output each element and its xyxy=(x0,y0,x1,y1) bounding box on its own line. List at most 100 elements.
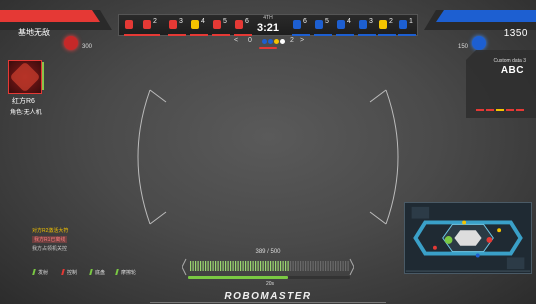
energy-tick xyxy=(305,261,307,271)
energy-tick xyxy=(212,261,214,271)
energy-tick xyxy=(230,261,232,271)
energy-tick xyxy=(295,261,297,271)
energy-tick xyxy=(285,261,287,271)
nav-left-icon[interactable]: < xyxy=(234,37,238,44)
energy-tick xyxy=(205,261,207,271)
blue-robot-slot: 1 xyxy=(397,17,417,36)
energy-tick xyxy=(197,261,199,271)
energy-tick xyxy=(330,261,332,271)
energy-tick xyxy=(345,261,347,271)
status-tag-control: 控制 xyxy=(67,270,78,276)
alert-message: 对方R2激活大符 xyxy=(32,228,69,234)
blue-robot-icon xyxy=(379,20,387,29)
robomaster-logo: ROBOMASTER xyxy=(224,291,312,302)
energy-tick xyxy=(190,261,192,271)
energy-tick xyxy=(252,261,254,271)
score-nav: < 0 2 > xyxy=(234,37,304,47)
minimap[interactable] xyxy=(404,202,532,274)
aim-reticle-arcs xyxy=(137,89,399,225)
energy-tick xyxy=(307,261,309,271)
status-tag-chassis: 底盘 xyxy=(95,270,106,276)
energy-tick xyxy=(210,261,212,271)
energy-tick xyxy=(292,261,294,271)
energy-tick xyxy=(280,261,282,271)
progress-dot xyxy=(280,39,285,44)
energy-tick xyxy=(332,261,334,271)
slot-hp-bar xyxy=(358,34,376,36)
energy-tick xyxy=(342,261,344,271)
energy-tick xyxy=(245,261,247,271)
blue-robot-slot: 6 xyxy=(291,17,311,36)
energy-tick xyxy=(247,261,249,271)
energy-tick xyxy=(317,261,319,271)
tag-marker xyxy=(32,269,36,275)
energy-tick xyxy=(320,261,322,271)
energy-tick xyxy=(250,261,252,271)
red-slot-number: 3 xyxy=(179,18,183,25)
slot-hp-bar xyxy=(378,34,396,36)
red-base-bar xyxy=(0,10,112,30)
blue-robot-icon xyxy=(337,20,345,29)
nav-right-icon[interactable]: > xyxy=(300,37,304,44)
energy-tick xyxy=(275,261,277,271)
blue-robot-icon xyxy=(359,20,367,29)
right-score: 2 xyxy=(290,37,294,44)
blue-slot-number: 3 xyxy=(369,18,373,25)
blue-slot-number: 5 xyxy=(325,18,329,25)
blue-robot-slot: 3 xyxy=(357,17,377,36)
custom-data-stripes xyxy=(476,109,524,111)
red-base-icon xyxy=(64,36,78,50)
energy-tick xyxy=(282,261,284,271)
blue-slot-number: 4 xyxy=(347,18,351,25)
energy-tick xyxy=(277,261,279,271)
energy-tick xyxy=(337,261,339,271)
energy-tick xyxy=(207,261,209,271)
energy-tick xyxy=(287,261,289,271)
energy-tick xyxy=(262,261,264,271)
slot-hp-bar xyxy=(292,34,310,36)
energy-timer: 20s xyxy=(265,281,275,287)
slot-hp-bar xyxy=(168,34,186,36)
red-robot-slot: 2 xyxy=(141,17,161,36)
slot-hp-bar xyxy=(190,34,208,36)
energy-tick xyxy=(340,261,342,271)
slot-hp-bar xyxy=(234,34,252,36)
custom-data-value: ABC xyxy=(500,65,524,76)
energy-tick xyxy=(192,261,194,271)
energy-tick xyxy=(312,261,314,271)
energy-tick xyxy=(265,261,267,271)
slot-hp-bar xyxy=(212,34,230,36)
custom-data-label: Custom data 3 xyxy=(493,58,526,64)
energy-tick xyxy=(242,261,244,271)
red-slot-number: 6 xyxy=(245,18,249,25)
bottom-divider xyxy=(150,302,386,303)
progress-dot xyxy=(262,39,267,44)
energy-tick xyxy=(325,261,327,271)
energy-tick xyxy=(297,261,299,271)
energy-tick xyxy=(302,261,304,271)
energy-tick xyxy=(217,261,219,271)
energy-tick xyxy=(267,261,269,271)
energy-ticks xyxy=(190,261,349,271)
energy-tick xyxy=(260,261,262,271)
alert-message-warning: 我方R1已离线 xyxy=(32,236,68,243)
red-slot-number: 5 xyxy=(223,18,227,25)
energy-tick xyxy=(202,261,204,271)
energy-tick xyxy=(195,261,197,271)
energy-tick xyxy=(327,261,329,271)
blue-base-value: 1350 xyxy=(503,28,528,39)
blue-slot-number: 2 xyxy=(389,18,393,25)
status-tag-friction: 摩擦轮 xyxy=(121,270,137,276)
blue-robot-icon xyxy=(399,20,407,29)
red-robot-slot: 4 xyxy=(189,17,209,36)
energy-tick xyxy=(222,261,224,271)
robot-role: 角色:无人机 xyxy=(10,110,42,116)
status-tag-shoot: 发射 xyxy=(38,270,49,276)
tag-marker xyxy=(61,269,65,275)
blue-slot-number: 6 xyxy=(303,18,307,25)
red-slot-number: 2 xyxy=(153,18,157,25)
tag-marker xyxy=(115,269,119,275)
energy-tick xyxy=(220,261,222,271)
energy-tick xyxy=(290,261,292,271)
energy-tick xyxy=(225,261,227,271)
